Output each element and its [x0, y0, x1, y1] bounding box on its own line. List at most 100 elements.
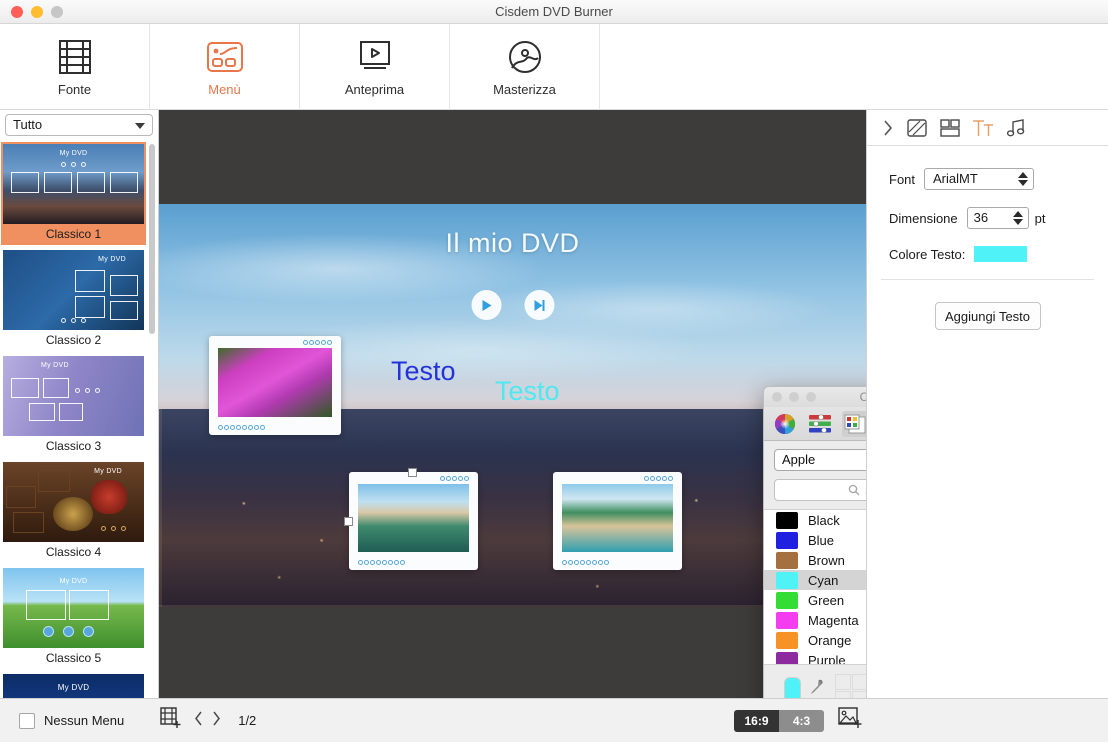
size-value: 36 — [974, 210, 988, 225]
preview-play-icon — [358, 37, 392, 77]
chapter-photo — [562, 484, 673, 552]
play-icon[interactable] — [471, 290, 501, 320]
thumb-dots-bottom — [358, 560, 405, 565]
properties-tabs[interactable] — [867, 110, 1108, 146]
chevron-down-icon — [135, 123, 145, 129]
music-tab[interactable] — [999, 113, 1032, 143]
font-value: ArialMT — [933, 171, 978, 186]
size-row: Dimensione 36 pt — [867, 207, 1108, 229]
menu-title-text[interactable]: Il mio DVD — [159, 228, 866, 259]
burn-disc-icon — [508, 37, 542, 77]
selection-handle-top[interactable] — [408, 468, 417, 477]
ratio-4-3[interactable]: 4:3 — [779, 710, 824, 732]
size-unit: pt — [1035, 211, 1046, 226]
add-film-icon[interactable] — [160, 707, 182, 734]
sidebar-scrollbar[interactable] — [149, 144, 155, 334]
template-item-classico-1[interactable]: My DVD Classico 1 — [1, 142, 146, 245]
font-select[interactable]: ArialMT — [924, 168, 1034, 190]
text-color-swatch[interactable] — [974, 246, 1027, 262]
template-label: Classico 2 — [1, 330, 146, 351]
no-menu-checkbox[interactable] — [19, 713, 35, 729]
chevron-right-icon[interactable] — [211, 710, 222, 732]
toolbar-item-masterizza[interactable]: Masterizza — [450, 24, 600, 110]
template-thumbnail: My DVD — [3, 462, 144, 542]
toolbar-item-anteprima[interactable]: Anteprima — [300, 24, 450, 110]
thumb-dots-top — [644, 476, 673, 481]
toolbar-spacer — [600, 24, 1108, 109]
color-name: Green — [808, 593, 844, 608]
text-tab[interactable] — [966, 113, 999, 143]
toolbar-label-fonte: Fonte — [58, 82, 91, 97]
template-sidebar: Tutto My DVD Classico 1 My DVD — [0, 110, 159, 698]
thumb-nav-dots — [101, 526, 126, 531]
thumb-title: My DVD — [3, 468, 144, 475]
no-menu-label: Nessun Menu — [44, 713, 124, 728]
size-input[interactable]: 36 — [967, 207, 1029, 229]
background-tab[interactable] — [900, 113, 933, 143]
toolbar-label-anteprima: Anteprima — [345, 82, 404, 97]
color-wheel-tab[interactable] — [772, 411, 798, 437]
thumb-dots-top — [440, 476, 469, 481]
city-lights — [159, 459, 866, 607]
chapter-thumb-3[interactable] — [553, 472, 682, 570]
toolbar-item-fonte[interactable]: Fonte — [0, 24, 150, 110]
next-chapter-icon[interactable] — [524, 290, 554, 320]
size-stepper-icon[interactable] — [1013, 211, 1023, 225]
template-label: Classico 1 — [1, 224, 146, 245]
colors-window-controls[interactable] — [772, 392, 816, 402]
chevron-right-icon[interactable] — [876, 119, 900, 137]
page-nav[interactable] — [193, 710, 222, 732]
size-label: Dimensione — [889, 211, 958, 226]
palette-value: Apple — [782, 452, 815, 467]
font-row: Font ArialMT — [867, 168, 1108, 190]
color-swatch — [776, 652, 798, 666]
chapter-thumb-1[interactable] — [209, 336, 341, 435]
thumb-title: My DVD — [3, 256, 144, 263]
thumb-title: My DVD — [3, 683, 144, 692]
template-filter-value: Tutto — [13, 117, 42, 132]
add-text-button[interactable]: Aggiungi Testo — [935, 302, 1041, 330]
film-icon — [59, 37, 91, 77]
chapter-thumb-2[interactable] — [349, 472, 478, 570]
menu-preview[interactable]: Il mio DVD Testo Testo — [159, 204, 866, 607]
ratio-16-9[interactable]: 16:9 — [734, 710, 779, 732]
colors-close-button — [772, 392, 782, 402]
color-palettes-tab[interactable] — [842, 411, 868, 437]
thumb-dots-bottom — [562, 560, 609, 565]
toolbar-label-menu: Menù — [208, 82, 241, 97]
template-thumbnail: My DVD — [3, 250, 144, 330]
color-sliders-tab[interactable] — [807, 411, 833, 437]
app-window: Cisdem DVD Burner Fonte Menù Anteprima — [0, 0, 1108, 742]
color-name: Blue — [808, 533, 834, 548]
aspect-ratio-group[interactable]: 16:9 4:3 — [734, 710, 824, 732]
chevron-left-icon[interactable] — [193, 710, 204, 732]
menu-text-item-2[interactable]: Testo — [495, 376, 560, 407]
template-item-classico-4[interactable]: My DVD Classico 4 — [1, 460, 146, 563]
thumb-title: My DVD — [3, 578, 144, 585]
menu-text-item-1[interactable]: Testo — [391, 356, 456, 387]
chapter-photo — [218, 348, 332, 417]
toolbar-item-menu[interactable]: Menù — [150, 24, 300, 110]
panel-divider — [881, 279, 1094, 280]
template-item-classico-2[interactable]: My DVD Classico 2 — [1, 248, 146, 351]
template-label: Classico 5 — [1, 648, 146, 669]
template-list[interactable]: My DVD Classico 1 My DVD — [0, 142, 158, 698]
add-image-icon[interactable] — [838, 707, 862, 734]
template-item-classico-5[interactable]: My DVD Classico 5 — [1, 566, 146, 669]
page-tools: 1/2 — [160, 707, 256, 734]
properties-panel: Font ArialMT Dimensione 36 pt Colore Tes… — [866, 110, 1108, 698]
template-filter-select[interactable]: Tutto — [5, 114, 153, 136]
selection-handle-left[interactable] — [344, 517, 353, 526]
menu-canvas[interactable]: Il mio DVD Testo Testo — [159, 110, 866, 698]
font-stepper-icon[interactable] — [1018, 172, 1028, 186]
color-name: Magenta — [808, 613, 859, 628]
template-item-classico-3[interactable]: My DVD Classico 3 — [1, 354, 146, 457]
template-thumbnail: My DVD — [3, 144, 144, 224]
template-item-classico-6[interactable]: My DVD Classico 6 — [1, 672, 146, 698]
color-swatch — [776, 572, 798, 589]
thumb-dots-bottom — [218, 425, 265, 430]
menu-playback-buttons[interactable] — [471, 290, 554, 320]
color-swatch — [776, 532, 798, 549]
layout-tab[interactable] — [933, 113, 966, 143]
text-color-label: Colore Testo: — [889, 247, 965, 262]
